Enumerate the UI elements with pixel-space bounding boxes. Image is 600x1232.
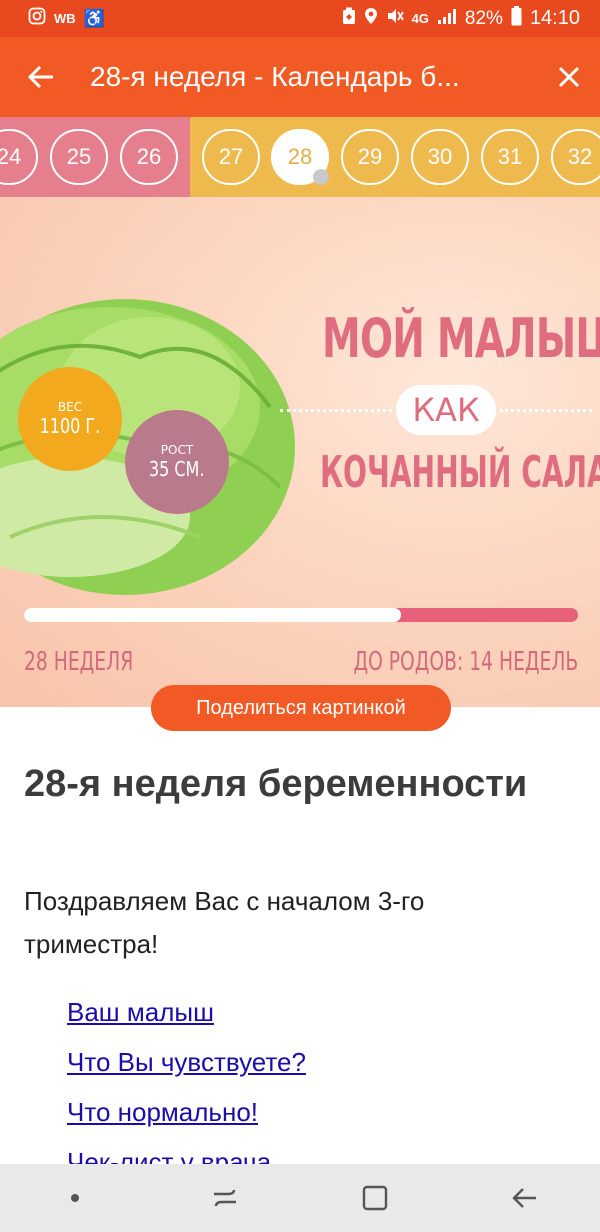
toc-item: Что Вы чувствуете? [67,1042,306,1092]
wb-icon: WB [54,11,76,26]
back-arrow-icon [27,65,53,89]
baby-indicator-icon [313,169,329,185]
close-button[interactable] [538,37,600,117]
toc-link-baby[interactable]: Ваш малыш [67,997,214,1027]
mute-icon [386,7,404,30]
back-icon [512,1188,536,1208]
status-left: WB ♿ [28,7,105,30]
height-badge: РОСТ 35 СМ. [125,410,229,514]
battery-icon [511,6,522,31]
hero-title-line1: МОЙ МАЛЫШ [322,307,600,370]
week-chip[interactable]: 32 [551,129,600,185]
network-type: 4G [411,11,429,26]
dotted-divider [500,409,592,412]
week-selector: 24 25 26 27 28 29 30 31 32 [0,117,600,197]
back-nav-button[interactable] [485,1164,565,1232]
toc-item: Что нормально! [67,1092,306,1142]
clock: 14:10 [529,7,580,29]
instagram-icon [28,7,46,30]
recents-icon [214,1189,236,1207]
share-image-button[interactable]: Поделиться картинкой [151,685,451,731]
week-infographic: МОЙ МАЛЫШ КАК КОЧАННЫЙ САЛАТ ВЕС 1100 Г.… [0,197,600,707]
back-button[interactable] [0,37,82,117]
weeks-remaining-label: ДО РОДОВ: 14 НЕДЕЛЬ [353,647,578,677]
week-chip[interactable]: 26 [120,129,178,185]
pregnancy-progress-fill [24,608,401,622]
hero-title-line2: КОЧАННЫЙ САЛАТ [320,447,600,498]
recents-button[interactable] [185,1164,265,1232]
intro-text: Поздравляем Вас с началом 3-го триместра… [24,886,425,959]
week-chip[interactable]: 29 [341,129,399,185]
height-value: 35 СМ. [149,457,205,481]
week-chip[interactable]: 25 [50,129,108,185]
location-icon [364,7,378,30]
status-bar: WB ♿ 4G 82% 14:10 [0,0,600,37]
toc-item: Ваш малыш [67,992,306,1042]
status-right: 4G 82% 14:10 [342,6,580,31]
system-nav-bar [0,1164,600,1232]
dotted-divider [280,409,392,412]
hero-title-like: КАК [396,385,496,435]
accessibility-icon: ♿ [83,9,105,28]
weight-badge: ВЕС 1100 Г. [18,367,122,471]
nav-dot-button[interactable] [35,1164,115,1232]
week-chip-label: 28 [287,144,313,169]
toc-link-normal[interactable]: Что нормально! [67,1097,258,1127]
app-bar: 28-я неделя - Календарь б... [0,37,600,117]
battery-percent: 82% [464,7,503,29]
week-chip[interactable]: 30 [411,129,469,185]
table-of-contents: Ваш малыш Что Вы чувствуете? Что нормаль… [67,992,306,1192]
weight-label: ВЕС [57,400,83,414]
close-icon [558,66,580,88]
toc-link-feelings[interactable]: Что Вы чувствуете? [67,1047,306,1077]
battery-saver-icon [342,7,356,30]
week-chip-selected[interactable]: 28 [271,129,329,185]
current-week-label: 28 НЕДЕЛЯ [24,647,134,677]
app-title: 28-я неделя - Календарь б... [90,61,460,92]
home-icon [362,1185,388,1211]
week-chip[interactable]: 27 [202,129,260,185]
page-title: 28-я неделя беременности [24,763,528,805]
signal-icon [437,7,457,30]
week-chip[interactable]: 31 [481,129,539,185]
home-button[interactable] [335,1164,415,1232]
height-label: РОСТ [160,443,194,457]
dot-icon [71,1194,79,1202]
weight-value: 1100 Г. [39,414,101,438]
